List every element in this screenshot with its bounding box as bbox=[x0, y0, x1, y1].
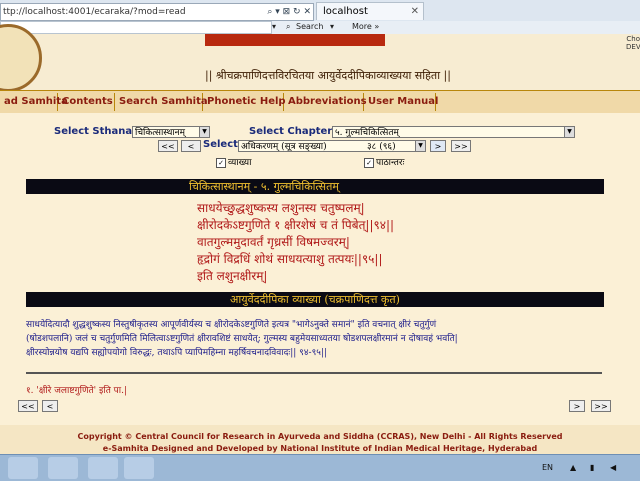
sthana-select[interactable]: चिकित्सास्थानम् ▼ bbox=[132, 126, 210, 138]
nav-search-samhita[interactable]: Search Samhita bbox=[115, 93, 208, 111]
folder-icon[interactable] bbox=[8, 457, 38, 479]
chevron-down-icon: ▼ bbox=[199, 127, 209, 137]
tab-title: localhost bbox=[323, 6, 368, 17]
commentary-header: आयुर्वेददीपिका व्याख्या (चक्रपाणिदत्त कृ… bbox=[26, 292, 604, 307]
os-taskbar: EN ▲ ▮ ◀ bbox=[0, 454, 640, 481]
commentary-line: क्षीरस्योन्नयोष यद्यपि सह्योपयोगो विरुद्… bbox=[26, 348, 327, 358]
verse-line: इति लशुनक्षीरम्| bbox=[197, 269, 268, 283]
toolbar-search-dropdown[interactable]: ▾ bbox=[330, 21, 334, 33]
first-button[interactable]: << bbox=[158, 140, 178, 152]
chapter-header: चिकित्सास्थानम् - ५. गुल्मचिकित्सितम् bbox=[26, 179, 604, 194]
address-bar[interactable]: ttp://localhost:4001/ecaraka/?mod=read ⌕… bbox=[0, 3, 314, 21]
logo-seal bbox=[0, 24, 42, 92]
chevron-down-icon: ▼ bbox=[415, 141, 425, 151]
main-nav: ad Samhita Contents Search Samhita Phone… bbox=[0, 90, 640, 115]
browser-chrome: ttp://localhost:4001/ecaraka/?mod=read ⌕… bbox=[0, 0, 640, 34]
checkbox-checked-icon: ✓ bbox=[216, 157, 226, 168]
address-text: ttp://localhost:4001/ecaraka/?mod=read bbox=[3, 7, 186, 17]
prev-button[interactable]: < bbox=[181, 140, 201, 152]
select-label: Select bbox=[203, 139, 238, 150]
tray-arrow-icon[interactable]: ▲ bbox=[570, 463, 576, 472]
corner-line-2: DEV bbox=[626, 43, 640, 51]
address-controls[interactable]: ⌕ ▾ ⊠ ↻ ✕ bbox=[267, 4, 311, 20]
pathantara-label: पाठान्तरः bbox=[376, 158, 405, 168]
commentary-line: साधयेदित्यादौ शुद्धशुष्कस्य निस्तुषीकृतस… bbox=[26, 320, 437, 330]
chrome-icon[interactable] bbox=[124, 457, 154, 479]
toolbar-search[interactable]: Search bbox=[296, 21, 323, 33]
corner-line-1: Cho bbox=[626, 35, 640, 43]
vyakhya-checkbox[interactable]: ✓ व्याख्या bbox=[216, 155, 251, 168]
volume-icon[interactable]: ◀ bbox=[610, 463, 616, 472]
toolbar-field[interactable] bbox=[0, 21, 272, 34]
title-banner bbox=[205, 34, 385, 46]
close-tab-icon[interactable]: ✕ bbox=[411, 3, 419, 21]
chapter-label: Select Chapter bbox=[249, 126, 333, 137]
copyright-text: Copyright © Central Council for Research… bbox=[77, 432, 563, 441]
files-icon[interactable] bbox=[48, 457, 78, 479]
browser-toolbar: ▾ ⌕ Search ▾ More » bbox=[0, 21, 640, 34]
adhikarana-select[interactable]: अधिकरणम् (सूत्र सङ्ख्या) ३८ (९६) ▼ bbox=[238, 140, 426, 152]
footnote: १. 'क्षीरे जलाष्टगुणिते' इति पा.| bbox=[26, 386, 128, 396]
verse-line: साधयेच्छुद्धशुष्कस्य लशुनस्य चतुष्पलम्| bbox=[197, 201, 365, 215]
browser-tab[interactable]: localhost ✕ bbox=[316, 2, 424, 20]
language-indicator[interactable]: EN bbox=[542, 463, 553, 472]
chapter-select[interactable]: ५. गुल्मचिकित्सितम् ▼ bbox=[332, 126, 575, 138]
sthana-value: चिकित्सास्थानम् bbox=[135, 128, 186, 138]
verse-line: क्षीरोदकेऽष्टगुणिते १ क्षीरशेषं च तं पिब… bbox=[197, 218, 395, 232]
page-subtitle: || श्रीचक्रपाणिदत्तविरचितया आयुर्वेददीपि… bbox=[205, 69, 451, 82]
bottom-prev-button[interactable]: < bbox=[42, 400, 58, 412]
corner-choose: Cho DEV bbox=[626, 35, 640, 51]
app-flower-icon[interactable] bbox=[88, 457, 118, 479]
nav-user-manual[interactable]: User Manual bbox=[364, 93, 438, 111]
nav-abbreviations[interactable]: Abbreviations bbox=[284, 93, 367, 111]
sthana-label: Select Sthana bbox=[54, 126, 133, 137]
next-button[interactable]: > bbox=[430, 140, 446, 152]
bottom-next-button[interactable]: > bbox=[569, 400, 585, 412]
checkbox-checked-icon: ✓ bbox=[364, 157, 374, 168]
bottom-first-button[interactable]: << bbox=[18, 400, 38, 412]
commentary-line: (षोडशपलानि) जलं च चतुर्गुणमिति मिलित्वाऽ… bbox=[26, 334, 458, 344]
main-content: Select Sthana चिकित्सास्थानम् ▼ Select C… bbox=[0, 113, 640, 425]
nav-contents[interactable]: Contents bbox=[58, 93, 115, 111]
credit-text: e-Samhita Designed and Developed by Nati… bbox=[102, 444, 538, 453]
bottom-last-button[interactable]: >> bbox=[591, 400, 611, 412]
chapter-value: ५. गुल्मचिकित्सितम् bbox=[335, 128, 399, 138]
network-icon[interactable]: ▮ bbox=[590, 463, 594, 472]
site-footer: Copyright © Central Council for Research… bbox=[0, 430, 640, 454]
vyakhya-label: व्याख्या bbox=[228, 158, 252, 168]
adhikarana-value: अधिकरणम् (सूत्र सङ्ख्या) bbox=[241, 142, 327, 152]
search-icon: ⌕ bbox=[286, 22, 291, 31]
pathantara-checkbox[interactable]: ✓ पाठान्तरः bbox=[364, 155, 404, 168]
last-button[interactable]: >> bbox=[451, 140, 471, 152]
sutra-number: ३८ (९६) bbox=[367, 142, 396, 152]
nav-phonetic-help[interactable]: Phonetic Help bbox=[203, 93, 286, 111]
dropdown-icon[interactable]: ▾ bbox=[272, 21, 276, 33]
separator bbox=[26, 372, 602, 374]
chevron-down-icon: ▼ bbox=[564, 127, 574, 137]
verse-line: वातगुल्ममुदावर्तं गृध्रसीं विषमज्वरम्| bbox=[197, 235, 350, 249]
nav-read-samhita[interactable]: ad Samhita bbox=[0, 93, 68, 111]
toolbar-more[interactable]: More » bbox=[352, 21, 379, 33]
verse-line: हृद्रोगं विद्रधिं शोथं साधयत्याशु तत्पयः… bbox=[197, 252, 383, 266]
